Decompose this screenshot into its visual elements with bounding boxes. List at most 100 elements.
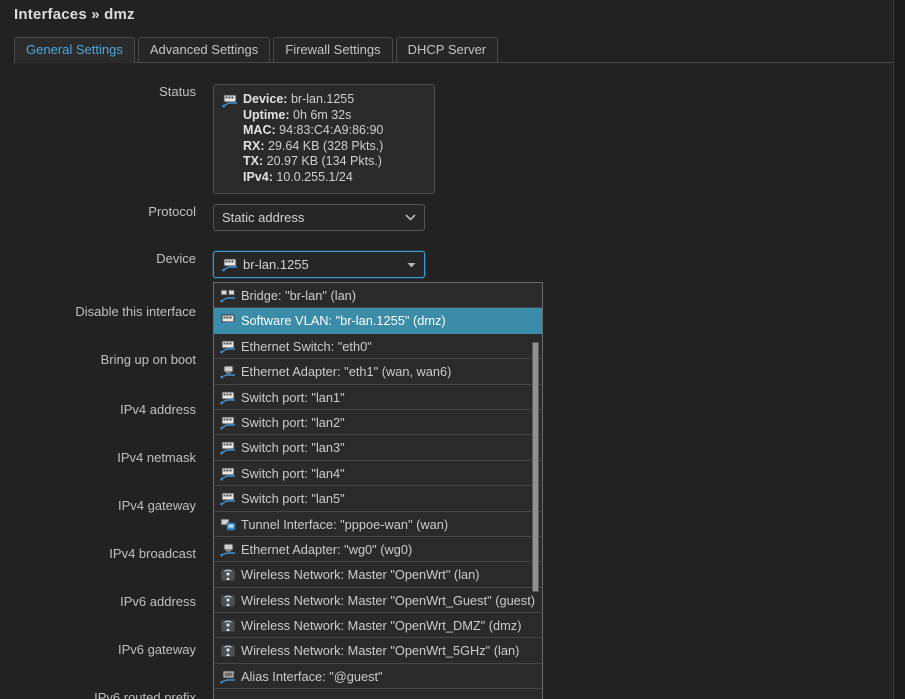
tab-general-settings[interactable]: General Settings: [14, 37, 135, 63]
dropdown-scrollbar[interactable]: [530, 284, 540, 698]
wifi-icon: [220, 591, 236, 608]
dropdown-option[interactable]: Software VLAN: "br-lan.1255" (dmz): [214, 308, 542, 334]
dropdown-option-label: Software VLAN: "br-lan.1255" (dmz): [241, 313, 446, 329]
status-line-value: 29.64 KB (328 Pkts.): [264, 138, 384, 153]
alias-icon: [220, 667, 236, 684]
switch-icon: [220, 337, 236, 354]
chevron-down-icon: [405, 205, 416, 230]
form-row: Device: [0, 251, 893, 267]
dropdown-scrollbar-thumb[interactable]: [532, 342, 539, 592]
form-label-ipv4-gateway: IPv4 gateway: [117, 498, 196, 513]
dropdown-option[interactable]: Wireless Network: Master "OpenWrt_Guest"…: [214, 588, 542, 614]
dropdown-option-label: Ethernet Adapter: "eth1" (wan, wan6): [241, 364, 452, 380]
status-line-key: IPv4:: [243, 169, 273, 184]
form-label-ipv4-netmask: IPv4 netmask: [117, 450, 196, 465]
tunnel-icon: [220, 515, 236, 531]
status-line-value: 10.0.255.1/24: [272, 169, 353, 184]
device-select[interactable]: br-lan.1255: [213, 251, 425, 278]
form-label-ipv6-routed-prefix: IPv6 routed prefix: [94, 690, 196, 699]
tab-advanced-settings[interactable]: Advanced Settings: [137, 37, 271, 62]
dropdown-option[interactable]: Switch port: "lan3": [214, 435, 542, 461]
dropdown-option[interactable]: Switch port: "lan2": [214, 410, 542, 436]
triangle-down-icon: [407, 252, 416, 277]
page-right-gutter: [893, 0, 905, 699]
status-line-key: Uptime:: [243, 107, 290, 122]
dropdown-option[interactable]: Switch port: "lan1": [214, 385, 542, 410]
dropdown-option-label: Tunnel Interface: "pppoe-wan" (wan): [241, 516, 449, 532]
status-line: Device: br-lan.1255: [223, 92, 425, 108]
dropdown-option-label: Wireless Network: Master "OpenWrt_Guest"…: [241, 592, 536, 608]
dropdown-option-label: Ethernet Switch: "eth0": [241, 338, 372, 354]
dropdown-option[interactable]: Switch port: "lan4": [214, 461, 542, 487]
dropdown-option[interactable]: Wireless Network: Master "OpenWrt_DMZ" (…: [214, 613, 542, 639]
status-line: MAC: 94:83:C4:A9:86:90: [223, 123, 425, 139]
form-label-bring-up-on-boot: Bring up on boot: [100, 352, 196, 367]
switch-icon: [220, 311, 236, 328]
dropdown-option[interactable]: Wireless Network: Master "OpenWrt_5GHz" …: [214, 638, 542, 664]
wifi-icon: [220, 616, 236, 633]
device-dropdown-list[interactable]: Bridge: "br-lan" (lan) Software VLAN: "br…: [213, 282, 543, 699]
network-device-icon: [222, 94, 238, 108]
dropdown-option-label: Wireless Network: Master "OpenWrt_5GHz" …: [241, 643, 520, 659]
protocol-select-value: Static address: [222, 210, 305, 225]
form-label-ipv6-gateway: IPv6 gateway: [117, 642, 196, 657]
switch-icon: [220, 464, 236, 481]
ethernet-icon: [220, 540, 236, 557]
device-select-value: br-lan.1255: [243, 257, 309, 272]
status-line-key: TX:: [243, 154, 264, 168]
protocol-select[interactable]: Static address: [213, 204, 425, 231]
form-label-status: Status: [159, 84, 196, 99]
dropdown-option[interactable]: Ethernet Adapter: "wg0" (wg0): [214, 537, 542, 563]
dropdown-option[interactable]: Ethernet Switch: "eth0": [214, 334, 542, 360]
status-line-key: MAC:: [243, 123, 276, 137]
dropdown-option[interactable]: Alias Interface: "@guest": [214, 664, 542, 690]
status-line: TX: 20.97 KB (134 Pkts.): [223, 154, 425, 170]
dropdown-option[interactable]: Tunnel Interface: "pppoe-wan" (wan): [214, 512, 542, 537]
dropdown-option-label: Switch port: "lan2": [241, 414, 345, 430]
status-line-key: RX:: [243, 138, 265, 153]
status-line: IPv4: 10.0.255.1/24: [223, 170, 425, 186]
settings-tabs: General Settings Advanced Settings Firewal…: [14, 37, 893, 63]
status-line-value: 94:83:C4:A9:86:90: [275, 123, 384, 137]
form-label-ipv4-broadcast: IPv4 broadcast: [109, 546, 196, 561]
switch-icon: [220, 413, 236, 430]
page-title: Interfaces » dmz: [14, 6, 135, 23]
tab-dhcp-server[interactable]: DHCP Server: [395, 37, 499, 62]
form-label-ipv4-address: IPv4 address: [120, 402, 196, 417]
status-line-value: br-lan.1255: [287, 92, 355, 106]
dropdown-option-label: Switch port: "lan5": [241, 491, 345, 507]
form-label-disable-this-interface: Disable this interface: [75, 304, 196, 319]
bridge-icon: [220, 286, 236, 303]
dropdown-option-label: Bridge: "br-lan" (lan): [241, 288, 357, 303]
tab-firewall-settings[interactable]: Firewall Settings: [273, 37, 393, 62]
switch-icon: [220, 438, 236, 455]
dropdown-option-label: Wireless Network: Master "OpenWrt_DMZ" (…: [241, 618, 522, 634]
switch-icon: [220, 388, 236, 405]
dropdown-option[interactable]: Bridge: "br-lan" (lan): [214, 283, 542, 309]
dropdown-option-label: Wireless Network: Master "OpenWrt" (lan): [241, 567, 480, 583]
status-line-value: 20.97 KB (134 Pkts.): [263, 154, 382, 168]
form-label-protocol: Protocol: [148, 204, 196, 219]
dropdown-option-label: Alias Interface: "@guest": [241, 668, 383, 684]
switch-icon: [220, 489, 236, 506]
dropdown-option-label: Switch port: "lan1": [241, 389, 345, 405]
dropdown-option[interactable]: [214, 689, 542, 699]
ethernet-icon: [220, 362, 236, 379]
status-line: RX: 29.64 KB (328 Pkts.): [223, 139, 425, 155]
form-label-ipv6-address: IPv6 address: [120, 594, 196, 609]
luci-interface-page: Interfaces » dmz General Settings Advance…: [0, 0, 905, 699]
dropdown-option-label: Switch port: "lan4": [241, 465, 345, 481]
dropdown-option[interactable]: Wireless Network: Master "OpenWrt" (lan): [214, 562, 542, 588]
form-label-device: Device: [156, 251, 196, 266]
dropdown-option[interactable]: Switch port: "lan5": [214, 486, 542, 512]
dropdown-option-label: Switch port: "lan3": [241, 440, 345, 456]
interface-status-box: Device: br-lan.1255 Uptime: 0h 6m 32s MAC:…: [213, 84, 435, 194]
dropdown-option-label: Ethernet Adapter: "wg0" (wg0): [241, 541, 413, 557]
dropdown-option[interactable]: Ethernet Adapter: "eth1" (wan, wan6): [214, 359, 542, 385]
form-row: Protocol: [0, 204, 893, 220]
form-row: Status: [0, 84, 893, 100]
status-line-value: 0h 6m 32s: [289, 107, 352, 122]
status-line-key: Device:: [243, 92, 288, 106]
status-line: Uptime: 0h 6m 32s: [223, 108, 425, 124]
wifi-icon: [220, 565, 236, 582]
